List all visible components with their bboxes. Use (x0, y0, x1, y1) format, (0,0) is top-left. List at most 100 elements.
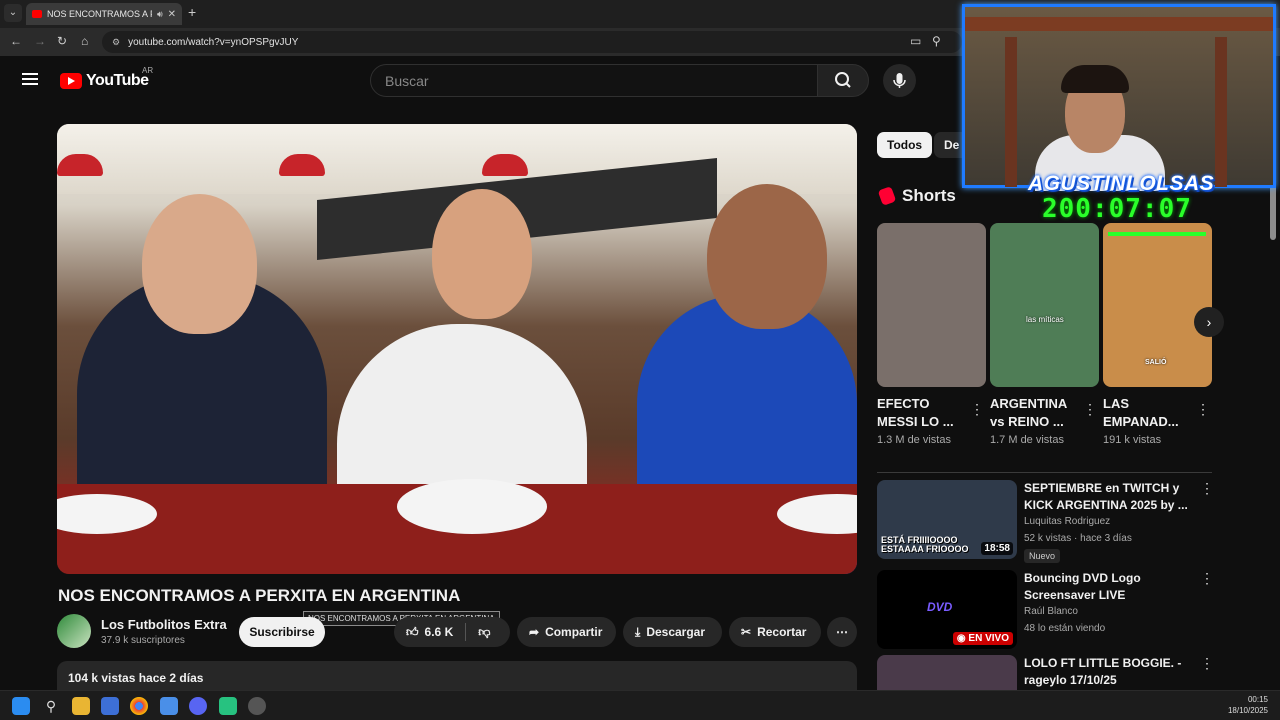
short-views: 1.7 M de vistas (990, 434, 1064, 446)
short-thumbnail[interactable]: SALIÓ (1103, 223, 1212, 387)
shorts-next-button[interactable]: › (1194, 307, 1224, 337)
search-box (370, 64, 818, 97)
share-label: Compartir (545, 625, 603, 639)
webcam-wood-post (1005, 37, 1017, 187)
video-title[interactable]: Bouncing DVD Logo Screensaver LIVE (1024, 570, 1189, 604)
more-vertical-icon[interactable]: ⋮ (1200, 570, 1214, 587)
short-card[interactable]: las míticas ARGENTINA vs REINO ... 1.7 M… (990, 223, 1099, 446)
video-channel[interactable]: Luquitas Rodriguez (1024, 516, 1110, 527)
close-tab-icon[interactable]: ✕ (168, 9, 176, 20)
download-button[interactable]: ⤓ Descargar (623, 617, 722, 647)
video-frame-plate (397, 479, 547, 534)
video-thumbnail[interactable]: ESTÁ FRIIIIOOOO ESTAAAA FRIOOOO 18:58 (877, 480, 1017, 559)
video-frame-ceiling (57, 124, 857, 194)
video-channel[interactable]: Raúl Blanco (1024, 606, 1078, 617)
recommended-video[interactable]: LOLO FT LITTLE BOGGIE. - rageylo 17/10/2… (877, 655, 1217, 690)
site-info-icon[interactable]: ⚙ (112, 37, 120, 48)
settings-gear-icon[interactable] (248, 697, 266, 715)
streamer-hair (1061, 65, 1129, 93)
youtube-favicon-icon (32, 10, 42, 18)
tab-search-button[interactable]: ⌄ (4, 4, 22, 22)
live-label: EN VIVO (968, 633, 1009, 644)
like-dislike-group: 👍︎ 6.6 K 👎︎ (394, 617, 510, 647)
share-button[interactable]: ➦ Compartir (517, 617, 616, 647)
new-badge: Nuevo (1024, 549, 1061, 563)
live-broadcast-icon: ◉ (956, 633, 969, 644)
streamer-webcam (962, 4, 1276, 191)
shorts-heading: Shorts (902, 186, 956, 205)
zoom-icon[interactable]: ⚲ (932, 34, 941, 48)
more-vertical-icon[interactable]: ⋮ (970, 401, 984, 418)
file-explorer-icon[interactable] (72, 697, 90, 715)
system-clock[interactable]: 00:15 18/10/2025 (1228, 694, 1268, 716)
short-thumbnail[interactable] (877, 223, 986, 387)
download-icon: ⤓ (635, 624, 641, 639)
video-thumbnail[interactable] (877, 655, 1017, 690)
short-title[interactable]: EFECTO MESSI LO ... (877, 395, 967, 431)
url-text: youtube.com/watch?v=ynOPSPgvJUY (128, 36, 299, 48)
filter-chip-all[interactable]: Todos (877, 132, 933, 158)
voice-search-button[interactable] (883, 64, 916, 97)
short-title[interactable]: LAS EMPANAD... (1103, 395, 1193, 431)
search-icon[interactable]: ⚲ (42, 697, 60, 715)
clip-button[interactable]: ✂ Recortar (729, 617, 821, 647)
more-actions-button[interactable]: ⋯ (827, 617, 857, 647)
video-title: NOS ENCONTRAMOS A PERXITA EN ARGENTINA (58, 586, 461, 605)
address-bar[interactable]: ⚙ youtube.com/watch?v=ynOPSPgvJUY (102, 31, 962, 53)
menu-icon[interactable] (22, 73, 38, 85)
os-taskbar: ⚲ 00:15 18/10/2025 (0, 690, 1280, 720)
video-title[interactable]: LOLO FT LITTLE BOGGIE. - rageylo 17/10/2… (1024, 655, 1189, 689)
audio-playing-icon[interactable]: 🔊︎ (157, 9, 163, 20)
live-badge: ◉ EN VIVO (952, 632, 1013, 645)
new-tab-icon[interactable]: + (188, 4, 196, 20)
youtube-logo[interactable]: YouTube AR (60, 66, 153, 90)
short-overlay-text: SALIÓ (1145, 359, 1167, 366)
subscribe-button[interactable]: Suscribirse (239, 617, 325, 647)
channel-name[interactable]: Los Futbolitos Extra (101, 617, 227, 632)
notepad-icon[interactable] (160, 697, 178, 715)
shorts-header: Shorts (877, 186, 956, 206)
cast-icon[interactable]: ▭ (910, 34, 921, 48)
short-card[interactable]: SALIÓ LAS EMPANAD... 191 k vistas ⋮ (1103, 223, 1212, 446)
like-count[interactable]: 6.6 K (425, 625, 454, 639)
more-vertical-icon[interactable]: ⋮ (1200, 655, 1214, 672)
discord-icon[interactable] (189, 697, 207, 715)
chrome-icon[interactable] (130, 697, 148, 715)
more-vertical-icon[interactable]: ⋮ (1083, 401, 1097, 418)
video-meta: 52 k vistas · hace 3 días (1024, 533, 1132, 544)
more-vertical-icon[interactable]: ⋮ (1196, 401, 1210, 418)
webcam-wood-post (1215, 37, 1227, 187)
shorts-icon (877, 186, 897, 206)
like-icon[interactable]: 👍︎ (406, 625, 419, 640)
video-meta: 48 lo están viendo (1024, 623, 1106, 634)
windows-start-icon[interactable] (12, 697, 30, 715)
back-icon[interactable]: ← (10, 34, 22, 48)
recommended-video[interactable]: ESTÁ FRIIIIOOOO ESTAAAA FRIOOOO 18:58 SE… (877, 480, 1217, 563)
short-title[interactable]: ARGENTINA vs REINO ... (990, 395, 1080, 431)
reload-icon[interactable]: ↻ (57, 34, 67, 48)
stream-timer-bar (1108, 232, 1206, 236)
chevron-right-icon: › (1206, 314, 1212, 330)
forward-icon[interactable]: → (34, 34, 46, 48)
browser-tab[interactable]: NOS ENCONTRAMOS A PERXITA EN ARGENTINA 🔊… (26, 3, 182, 25)
video-thumbnail[interactable]: DVD ◉ EN VIVO (877, 570, 1017, 649)
whatsapp-icon[interactable] (219, 697, 237, 715)
video-title[interactable]: SEPTIEMBRE en TWITCH y KICK ARGENTINA 20… (1024, 480, 1189, 514)
clock-date: 18/10/2025 (1227, 706, 1268, 715)
home-icon[interactable]: ⌂ (81, 34, 88, 48)
video-player[interactable] (57, 124, 857, 574)
search-icon (835, 72, 851, 88)
short-card[interactable]: EFECTO MESSI LO ... 1.3 M de vistas ⋮ (877, 223, 986, 446)
search-input[interactable] (385, 72, 817, 89)
store-icon[interactable] (101, 697, 119, 715)
dislike-icon[interactable]: 👎︎ (478, 625, 490, 640)
recommended-video[interactable]: DVD ◉ EN VIVO Bouncing DVD Logo Screensa… (877, 570, 1217, 650)
streamer-name: AGUSTINLOLSAS (1028, 172, 1215, 195)
short-thumbnail[interactable]: las míticas (990, 223, 1099, 387)
views-and-date: 104 k vistas hace 2 días (68, 671, 204, 685)
country-code: AR (142, 66, 154, 75)
search-button[interactable] (817, 64, 869, 97)
video-frame-lamp (279, 154, 325, 176)
channel-avatar[interactable] (57, 614, 91, 648)
more-vertical-icon[interactable]: ⋮ (1200, 480, 1214, 497)
